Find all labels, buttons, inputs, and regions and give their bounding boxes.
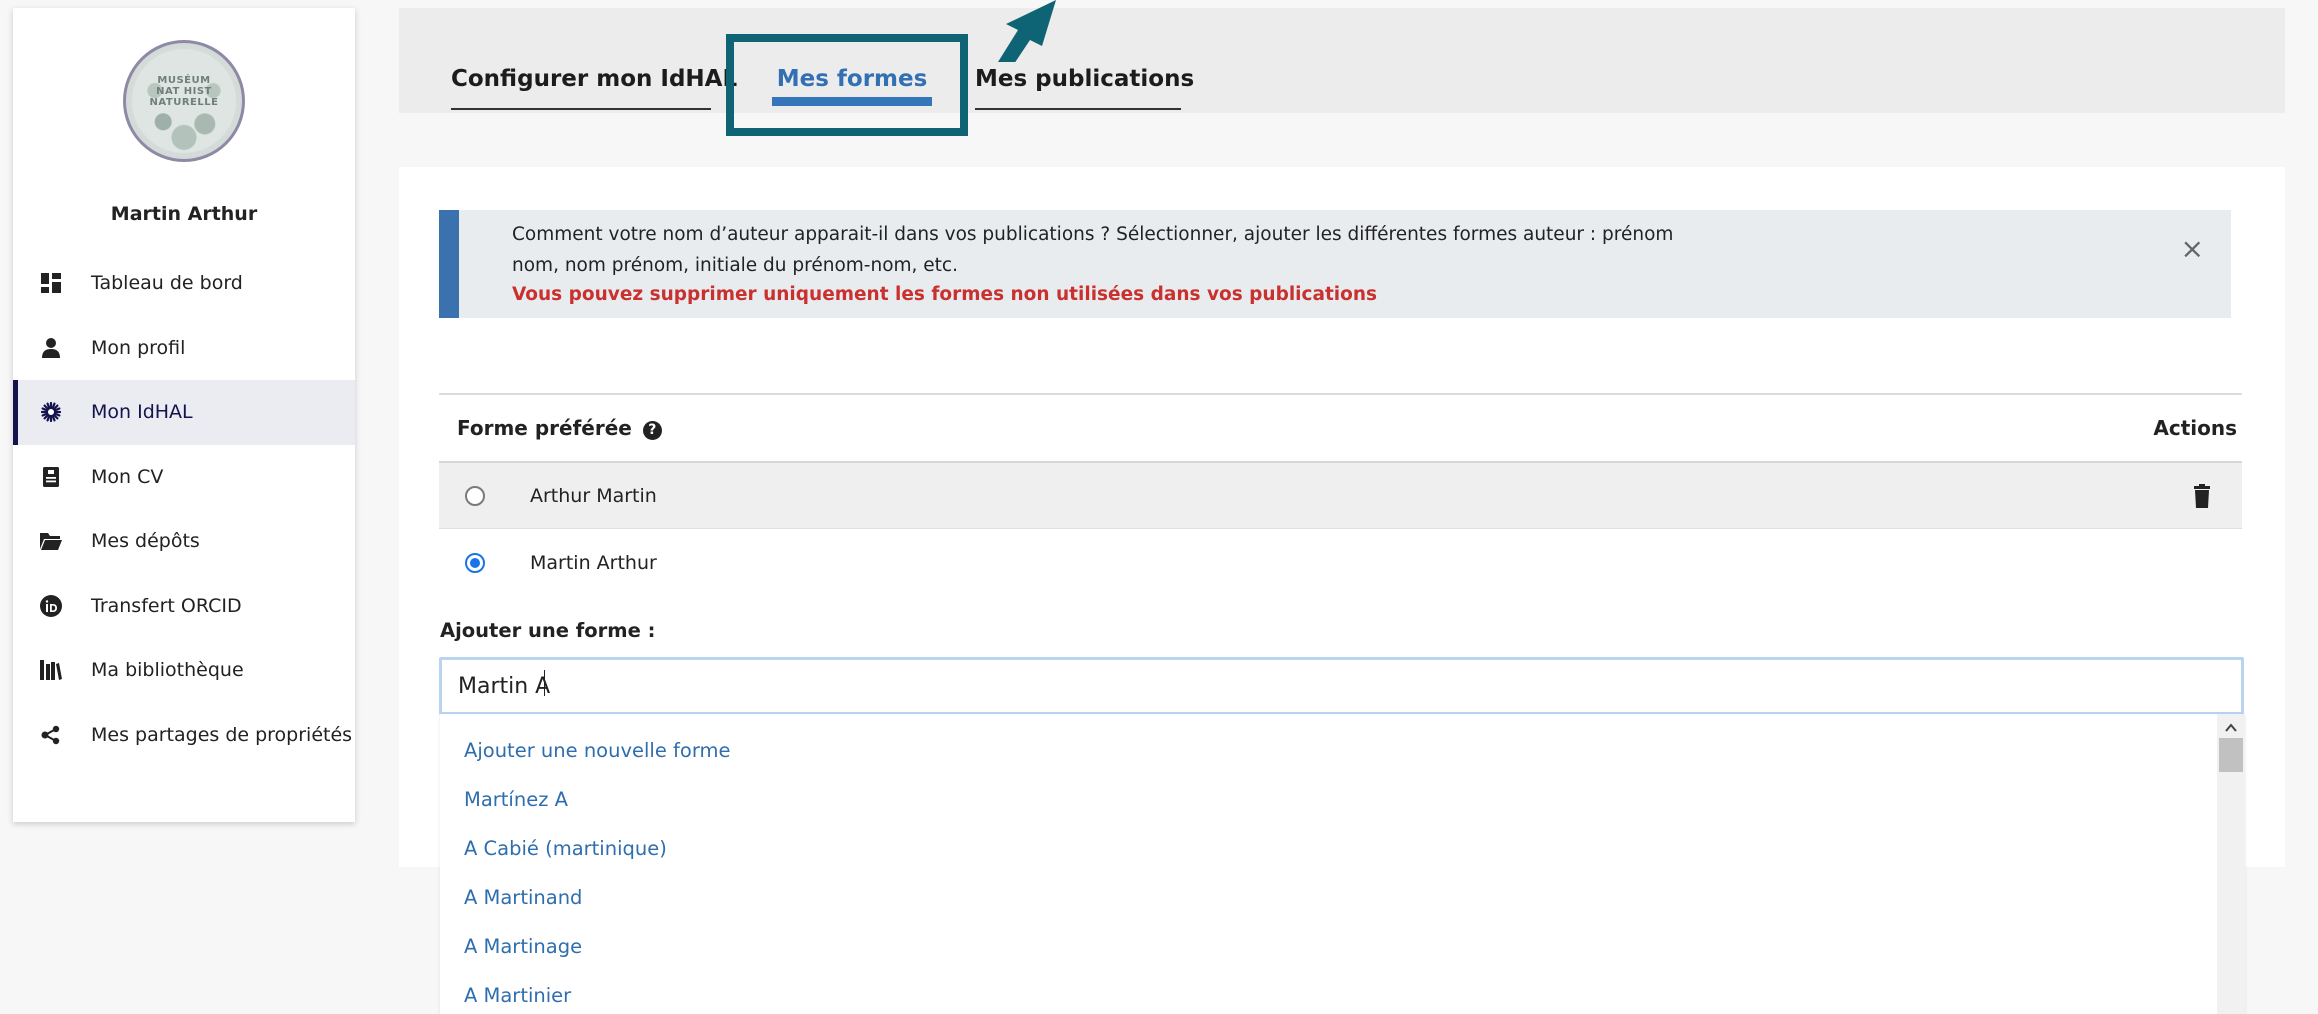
sidebar-item-label: Mon IdHAL	[91, 401, 193, 424]
dropdown-option[interactable]: Martínez A	[464, 788, 568, 811]
dropdown-scrollbar[interactable]	[2217, 714, 2245, 1014]
logo-text-1: MUSÉUM	[157, 75, 211, 86]
dropdown-option-add-new[interactable]: Ajouter une nouvelle forme	[464, 739, 731, 762]
share-icon	[39, 723, 63, 747]
add-form-label: Ajouter une forme :	[440, 619, 656, 642]
dropdown-option[interactable]: A Martinier	[464, 984, 571, 1007]
sidebar-item-label: Mon CV	[91, 465, 164, 488]
alert-text-line-1: Comment votre nom d’auteur apparait-il d…	[512, 224, 1674, 245]
sidebar-item-label: Mes partages de propriétés	[91, 723, 353, 746]
orcid-icon	[39, 594, 63, 618]
forme-name: Arthur Martin	[530, 484, 657, 507]
column-header-forme-preferee: Forme préférée ?	[457, 416, 662, 440]
highlight-annotation-box	[726, 34, 968, 136]
sidebar-item-label: Mes dépôts	[91, 530, 200, 553]
sidebar-item-mon-idhal[interactable]: Mon IdHAL	[13, 380, 355, 445]
sidebar-item-ma-bibliotheque[interactable]: Ma bibliothèque	[13, 638, 355, 703]
library-icon	[39, 658, 63, 682]
dropdown-option[interactable]: A Martinage	[464, 935, 582, 958]
tab-bar: Configurer mon IdHAL Mes formes Mes publ…	[399, 8, 2285, 113]
radio-button[interactable]	[465, 485, 485, 506]
alert-text-line-2: nom, nom prénom, initiale du prénom-nom,…	[512, 255, 958, 276]
sidebar-item-mon-profil[interactable]: Mon profil	[13, 316, 355, 381]
idhal-icon	[39, 400, 63, 424]
table-row: Martin Arthur	[439, 529, 2242, 597]
sidebar-item-transfert-orcid[interactable]: Transfert ORCID	[13, 574, 355, 639]
autocomplete-dropdown: Ajouter une nouvelle forme Martínez A A …	[440, 714, 2245, 1014]
tab-mes-publications[interactable]: Mes publications	[975, 66, 1194, 110]
sidebar-item-label: Tableau de bord	[91, 272, 243, 295]
sidebar-item-tableau-de-bord[interactable]: Tableau de bord	[13, 251, 355, 316]
dashboard-icon	[39, 271, 63, 295]
sidebar-nav: Tableau de bord Mon profil Mon IdHAL Mon…	[13, 251, 355, 767]
profile-name: Martin Arthur	[110, 203, 258, 225]
help-icon[interactable]: ?	[642, 421, 662, 440]
info-alert: Comment votre nom d’auteur apparait-il d…	[439, 210, 2231, 318]
sidebar-item-mes-depots[interactable]: Mes dépôts	[13, 509, 355, 574]
trash-icon[interactable]	[2192, 483, 2212, 508]
sidebar-item-mes-partages[interactable]: Mes partages de propriétés	[13, 703, 355, 768]
alert-warning-text: Vous pouvez supprimer uniquement les for…	[512, 284, 1378, 305]
sidebar-item-label: Transfert ORCID	[91, 594, 242, 617]
annotation-arrow-icon	[998, 0, 1056, 62]
column-header-actions: Actions	[2153, 416, 2237, 440]
dropdown-option[interactable]: A Martinand	[464, 886, 582, 909]
sidebar-item-mon-cv[interactable]: Mon CV	[13, 445, 355, 510]
dropdown-option[interactable]: A Cabié (martinique)	[464, 837, 667, 860]
logo-text-3: NATURELLE	[149, 97, 219, 108]
folder-icon	[39, 529, 63, 553]
radio-button-checked[interactable]	[465, 553, 485, 573]
sidebar: MUSÉUM NAT HIST NATURELLE Martin Arthur …	[13, 8, 355, 822]
forme-name: Martin Arthur	[530, 552, 657, 574]
scrollbar-thumb[interactable]	[2219, 738, 2243, 772]
close-icon[interactable]: ×	[2181, 232, 2204, 265]
text-caret	[544, 670, 545, 696]
cv-icon	[39, 465, 63, 489]
column-header-label: Forme préférée	[457, 416, 632, 440]
tab-configurer-idhal[interactable]: Configurer mon IdHAL	[451, 66, 737, 110]
sidebar-item-label: Mon profil	[91, 336, 186, 359]
add-form-input[interactable]	[439, 657, 2244, 715]
sidebar-item-label: Ma bibliothèque	[91, 659, 244, 682]
chevron-up-icon[interactable]	[2225, 722, 2237, 734]
museum-logo: MUSÉUM NAT HIST NATURELLE	[123, 40, 245, 162]
table-row: Arthur Martin	[439, 461, 2242, 529]
table-divider	[439, 393, 2242, 395]
logo-emblem: MUSÉUM NAT HIST NATURELLE	[132, 49, 236, 153]
user-icon	[39, 336, 63, 360]
logo-text-2: NAT HIST	[156, 86, 212, 97]
